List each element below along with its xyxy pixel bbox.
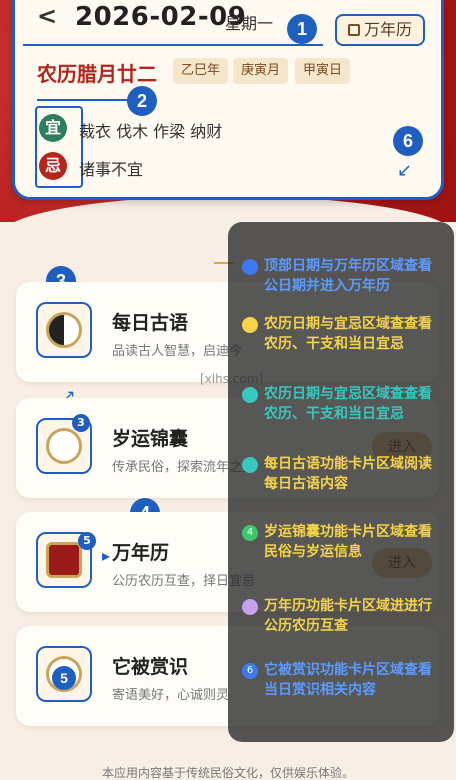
ji-badge: 忌: [39, 152, 67, 180]
legend-dot: [242, 599, 258, 615]
marker-2: 2: [127, 86, 157, 116]
legend-text: 它被赏识功能卡片区域查看当日赏识相关内容: [264, 662, 432, 698]
wannianli-label: 万年历: [363, 20, 412, 39]
annotation-arrow: [37, 99, 135, 101]
weekday: 星期一: [225, 14, 274, 33]
legend-text: 每日古语功能卡片区域阅读每日古语内容: [264, 456, 432, 492]
legend-text: 顶部日期与万年历区域查看公日期并进入万年历: [264, 258, 432, 294]
footer-disclaimer: 本应用内容基于传统民俗文化，仅供娱乐体验。: [101, 766, 354, 780]
legend-panel: 顶部日期与万年历区域查看公日期并进入万年历 农历日期与宜忌区域查查看农历、干支和…: [228, 222, 454, 742]
lunar-date: 农历腊月廿二: [37, 62, 157, 86]
yi-text: 裁衣 伐木 作梁 纳财: [79, 122, 223, 141]
chevron-left-icon[interactable]: <: [37, 2, 57, 30]
arrow-icon: ▸: [102, 546, 111, 565]
legend-dot: [242, 457, 258, 473]
legend-text: 农历日期与宜忌区域查查看农历、干支和当日宜忌: [264, 316, 432, 352]
feature-subtitle: 寄语美好，心诚则灵: [112, 688, 230, 703]
feature-title: 它被赏识: [112, 656, 189, 678]
legend-text: 岁运锦囊功能卡片区域查看民俗与岁运信息: [264, 524, 432, 560]
marker-5: 5: [52, 666, 76, 690]
yin-yang-icon: [36, 302, 92, 358]
wannianli-button[interactable]: 万年历: [335, 14, 425, 46]
mini-marker: 5: [78, 532, 96, 550]
calendar-icon: [347, 24, 360, 36]
mini-marker: 3: [72, 414, 90, 432]
highlight-underline: [23, 44, 323, 46]
legend-text: 万年历功能卡片区域进进行公历农历互查: [264, 598, 432, 634]
feature-title: 每日古语: [112, 312, 189, 334]
ganzhi-day: 甲寅日: [295, 58, 351, 84]
yi-badge: 宜: [39, 114, 67, 142]
marker-6: 6: [393, 126, 423, 156]
gregorian-date[interactable]: 2026-02-09: [75, 2, 246, 32]
feature-subtitle: 品读古人智慧，启迪今: [112, 344, 243, 359]
feature-title: 万年历: [112, 542, 170, 564]
legend-dot: [242, 387, 258, 403]
legend-text: 农历日期与宜忌区域查查看农历、干支和当日宜忌: [264, 386, 432, 422]
feature-title: 岁运锦囊: [112, 428, 189, 450]
ganzhi-year: 乙巳年: [173, 58, 229, 84]
ji-text: 诸事不宜: [79, 160, 144, 179]
arrow-icon: ↙: [397, 160, 413, 181]
legend-badge: 4: [242, 525, 258, 541]
legend-dot: [242, 259, 258, 275]
legend-dot: [242, 317, 258, 333]
ganzhi-month: 庚寅月: [233, 58, 289, 84]
marker-1: 1: [287, 14, 317, 44]
legend-badge: 6: [242, 663, 258, 679]
date-card: < 2026-02-09 星期一 1 万年历 农历腊月廿二 乙巳年 庚寅月 甲寅…: [12, 0, 444, 200]
